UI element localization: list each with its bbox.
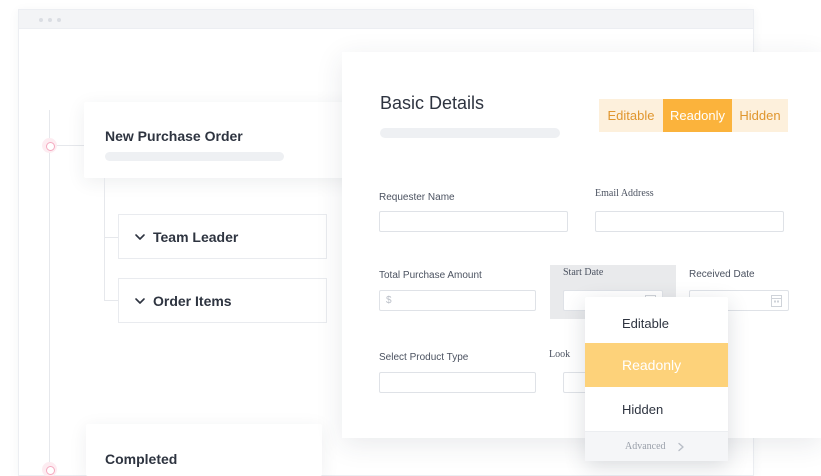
substep-label: Team Leader (153, 228, 239, 245)
substep-order-items[interactable]: Order Items (118, 278, 327, 323)
requester-name-label: Requester Name (379, 192, 455, 203)
select-product-type-label: Select Product Type (379, 352, 469, 363)
timeline-connector (56, 145, 84, 146)
chevron-down-icon (135, 233, 145, 240)
basic-details-panel: Basic Details Editable Readonly Hidden R… (342, 52, 821, 438)
email-address-label: Email Address (595, 188, 654, 199)
window-dot-icon (39, 18, 43, 22)
email-address-input[interactable] (595, 211, 784, 232)
toggle-hidden[interactable]: Hidden (732, 99, 788, 132)
step-card-new-purchase-order[interactable]: New Purchase Order (84, 102, 374, 178)
select-product-type-input[interactable] (379, 372, 536, 393)
lookup-label: Look (549, 349, 571, 360)
timeline-node-icon (42, 138, 57, 153)
branch-connector (104, 300, 119, 301)
start-date-label: Start Date (563, 267, 604, 278)
branch-line (104, 178, 105, 300)
currency-prefix: $ (386, 295, 392, 306)
dropdown-item-readonly[interactable]: Readonly (585, 343, 728, 387)
requester-name-input[interactable] (379, 211, 568, 232)
total-purchase-amount-label: Total Purchase Amount (379, 270, 482, 281)
step-title: Completed (105, 451, 178, 467)
dropdown-item-editable[interactable]: Editable (585, 301, 728, 345)
window-dot-icon (57, 18, 61, 22)
timeline-node-icon (42, 462, 57, 476)
calendar-icon (771, 295, 782, 307)
chevron-down-icon (135, 297, 145, 304)
substep-label: Order Items (153, 292, 232, 309)
dropdown-advanced[interactable]: Advanced (585, 431, 728, 461)
panel-skeleton-bar (380, 128, 560, 138)
step-title: New Purchase Order (105, 128, 243, 144)
step-card-completed[interactable]: Completed (86, 424, 322, 476)
window-dot-icon (48, 18, 52, 22)
advanced-label: Advanced (625, 441, 666, 452)
panel-title: Basic Details (380, 93, 485, 113)
step-skeleton-bar (105, 152, 284, 161)
window-titlebar (19, 10, 753, 29)
toggle-editable[interactable]: Editable (599, 99, 663, 132)
branch-connector (104, 237, 119, 238)
toggle-readonly[interactable]: Readonly (663, 99, 732, 132)
dropdown-item-hidden[interactable]: Hidden (585, 387, 728, 431)
permission-dropdown: Editable Readonly Hidden Advanced (585, 297, 728, 461)
chevron-right-icon (677, 442, 684, 451)
timeline-line (49, 110, 50, 476)
received-date-label: Received Date (689, 269, 755, 280)
total-purchase-amount-input[interactable]: $ (379, 290, 536, 311)
substep-team-leader[interactable]: Team Leader (118, 214, 327, 259)
